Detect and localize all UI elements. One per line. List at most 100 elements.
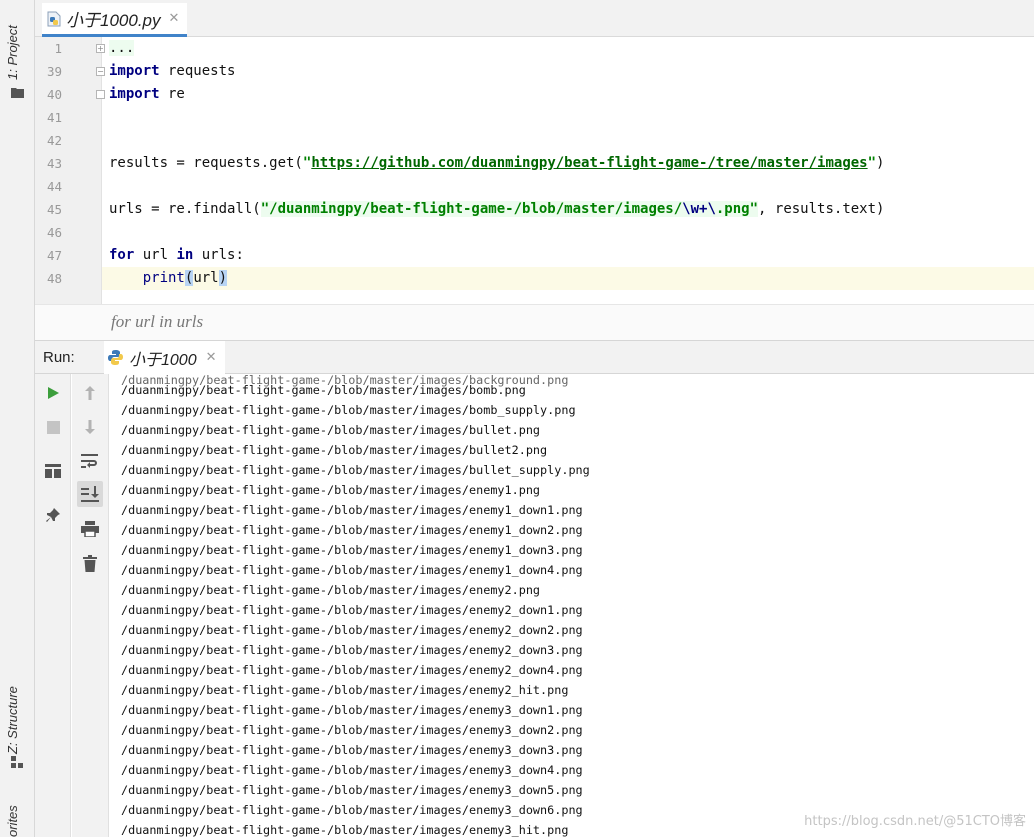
pin-icon xyxy=(46,508,60,522)
console-line: /duanmingpy/beat-flight-game-/blob/maste… xyxy=(121,623,583,637)
run-config-tab[interactable]: 小于1000 ✕ xyxy=(104,341,225,374)
keyword-in: in xyxy=(176,247,194,263)
line-number: 42 xyxy=(46,133,62,148)
console-line: /duanmingpy/beat-flight-game-/blob/maste… xyxy=(121,703,583,717)
code-line-48: print(url) xyxy=(109,267,228,290)
fold-collapse-icon[interactable]: − xyxy=(96,67,105,76)
structure-tool-tab[interactable]: Z: Structure xyxy=(5,664,20,754)
keyword-import: import xyxy=(109,63,160,79)
print-button[interactable] xyxy=(77,516,103,542)
fold-expand-icon[interactable]: + xyxy=(96,44,105,53)
console-line: /duanmingpy/beat-flight-game-/blob/maste… xyxy=(121,823,569,837)
line-number: 1 xyxy=(54,41,62,56)
rerun-icon xyxy=(48,387,59,399)
soft-wrap-button[interactable] xyxy=(77,448,103,474)
line-number: 46 xyxy=(46,225,62,240)
console-line: /duanmingpy/beat-flight-game-/blob/maste… xyxy=(121,403,576,417)
favorites-tool-tab[interactable]: orites xyxy=(5,797,20,837)
run-tab-title: 小于1000 xyxy=(129,351,197,369)
run-toolbar-secondary xyxy=(72,374,109,837)
string-literal: .png" xyxy=(715,201,759,217)
layout-icon xyxy=(45,464,61,478)
code-line-1: ... xyxy=(109,37,135,60)
fold-end-icon[interactable] xyxy=(96,90,105,99)
console-line: /duanmingpy/beat-flight-game-/blob/maste… xyxy=(121,783,583,797)
code-line-40: import re xyxy=(109,83,185,106)
down-arrow-icon xyxy=(85,420,95,434)
stop-icon xyxy=(46,420,60,434)
console-line: /duanmingpy/beat-flight-game-/blob/maste… xyxy=(121,643,583,657)
code-editor[interactable]: 1 39 40 41 42 43 44 45 46 47 48 + − ... … xyxy=(35,37,1034,304)
previous-occurrence-button[interactable] xyxy=(77,380,103,406)
url-link[interactable]: https://github.com/duanmingpy/beat-fligh… xyxy=(311,155,867,171)
code-line-47: for url in urls: xyxy=(109,244,244,267)
console-line: /duanmingpy/beat-flight-game-/blob/maste… xyxy=(121,483,541,497)
pin-tab-button[interactable] xyxy=(40,502,66,528)
line-number: 44 xyxy=(46,179,62,194)
console-line: /duanmingpy/beat-flight-game-/blob/maste… xyxy=(121,383,526,397)
line-number: 43 xyxy=(46,156,62,171)
up-arrow-icon xyxy=(85,386,95,400)
structure-icon[interactable] xyxy=(11,756,24,768)
python-icon xyxy=(108,350,123,365)
run-tool-header: Run: 小于1000 ✕ xyxy=(35,340,1034,374)
console-line: /duanmingpy/beat-flight-game-/blob/maste… xyxy=(121,583,541,597)
editor-tab-title: 小于1000.py xyxy=(66,11,161,30)
code-line-43: results = requests.get("https://github.c… xyxy=(109,155,885,171)
line-number: 41 xyxy=(46,110,62,125)
folder-icon[interactable] xyxy=(11,87,24,98)
run-toolbar-primary xyxy=(35,374,71,837)
keyword-for: for xyxy=(109,247,135,263)
code-text: urls: xyxy=(193,247,244,263)
editor-tab-file[interactable]: 小于1000.py ✕ xyxy=(42,3,188,37)
folded-region[interactable]: ... xyxy=(109,40,135,56)
scroll-to-end-button[interactable] xyxy=(77,481,103,507)
matched-paren: ) xyxy=(218,270,228,286)
project-tool-tab[interactable]: 1: Project xyxy=(5,12,20,80)
keyword-import: import xyxy=(109,86,160,102)
print-icon xyxy=(81,521,99,537)
breadcrumb-item[interactable]: for url in urls xyxy=(111,312,203,332)
builtin-print: print xyxy=(142,270,185,286)
run-label: Run: xyxy=(43,349,75,366)
line-number-gutter: 1 39 40 41 42 43 44 45 46 47 48 + − xyxy=(35,37,105,304)
left-tool-strip: 1: Project Z: Structure orites xyxy=(0,0,35,837)
code-text: url xyxy=(193,270,219,286)
code-text: url xyxy=(134,247,177,263)
clear-all-button[interactable] xyxy=(77,550,103,576)
console-line: /duanmingpy/beat-flight-game-/blob/maste… xyxy=(121,563,583,577)
console-line: /duanmingpy/beat-flight-game-/blob/maste… xyxy=(121,683,569,697)
console-line: /duanmingpy/beat-flight-game-/blob/maste… xyxy=(121,543,583,557)
stop-button[interactable] xyxy=(40,414,66,440)
console-line: /duanmingpy/beat-flight-game-/blob/maste… xyxy=(121,503,583,517)
current-line-highlight xyxy=(102,267,1034,290)
code-text: , results.text) xyxy=(758,201,885,217)
module-name: re xyxy=(159,86,185,102)
code-text: urls = re.findall( xyxy=(109,201,261,217)
console-line: /duanmingpy/beat-flight-game-/blob/maste… xyxy=(121,763,583,777)
code-text: results = requests.get( xyxy=(109,155,303,171)
console-line: /duanmingpy/beat-flight-game-/blob/maste… xyxy=(121,663,583,677)
line-number: 47 xyxy=(46,248,62,263)
next-occurrence-button[interactable] xyxy=(77,414,103,440)
console-line: /duanmingpy/beat-flight-game-/blob/maste… xyxy=(121,743,583,757)
trash-icon xyxy=(83,554,97,572)
close-icon[interactable]: ✕ xyxy=(206,350,217,365)
line-number: 39 xyxy=(46,64,62,79)
python-file-icon xyxy=(47,11,61,26)
layout-button[interactable] xyxy=(40,458,66,484)
rerun-button[interactable] xyxy=(40,380,66,406)
regex-escape: \w+\ xyxy=(682,201,716,217)
close-icon[interactable]: ✕ xyxy=(169,11,180,26)
scroll-to-end-icon xyxy=(81,486,99,502)
console-line: /duanmingpy/beat-flight-game-/blob/maste… xyxy=(121,723,583,737)
console-output[interactable]: /duanmingpy/beat-flight-game-/blob/maste… xyxy=(110,374,1034,837)
line-number: 48 xyxy=(46,271,62,286)
console-line: /duanmingpy/beat-flight-game-/blob/maste… xyxy=(121,463,590,477)
console-line: /duanmingpy/beat-flight-game-/blob/maste… xyxy=(121,523,583,537)
line-number: 45 xyxy=(46,202,62,217)
soft-wrap-icon xyxy=(81,454,98,468)
console-line: /duanmingpy/beat-flight-game-/blob/maste… xyxy=(121,603,583,617)
console-line: /duanmingpy/beat-flight-game-/blob/maste… xyxy=(121,423,541,437)
console-line: /duanmingpy/beat-flight-game-/blob/maste… xyxy=(121,443,548,457)
